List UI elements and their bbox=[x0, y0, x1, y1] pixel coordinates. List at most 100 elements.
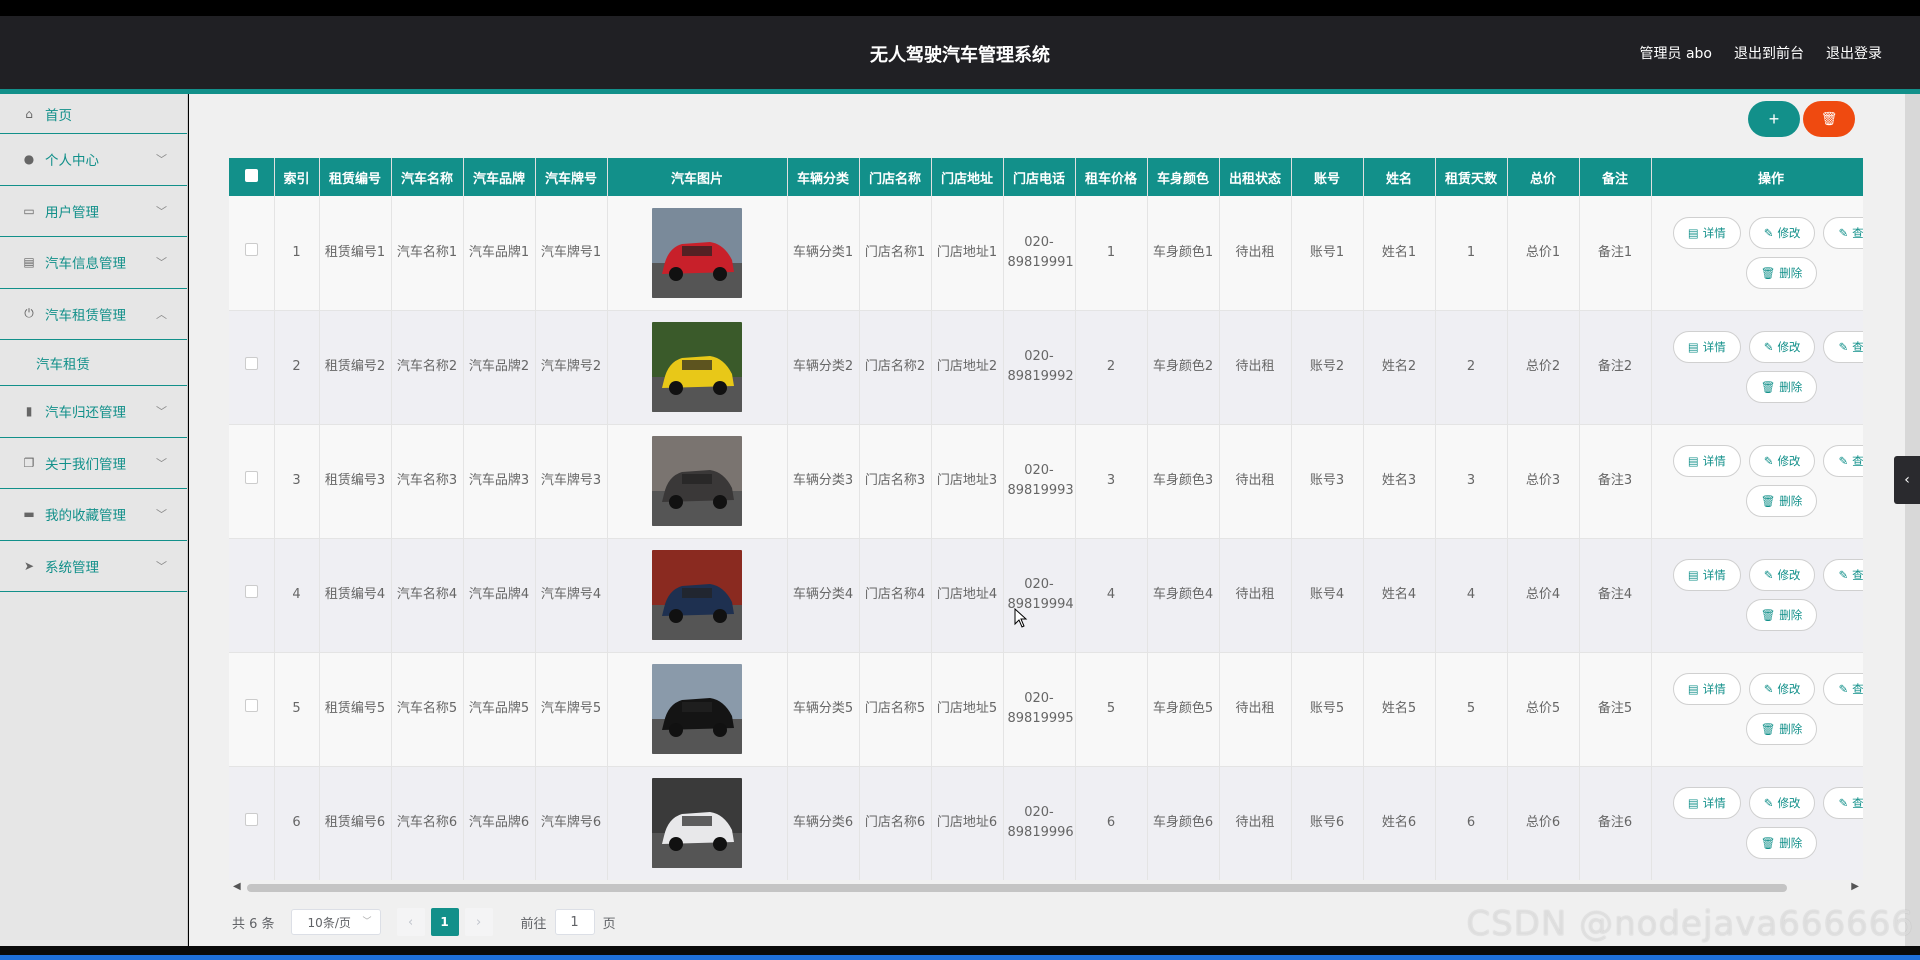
table-row[interactable]: 1 租赁编号1 汽车名称1 汽车品牌1 汽车牌号1 车辆分类1 门店名称1 门店地址1 020… bbox=[229, 196, 1863, 311]
row-checkbox[interactable] bbox=[244, 699, 258, 712]
delete-button[interactable]: 🗑 删除 bbox=[1745, 599, 1818, 631]
row-checkbox-cell[interactable] bbox=[229, 424, 275, 539]
view-button[interactable]: ✎查看 bbox=[1823, 559, 1863, 591]
edit-button[interactable]: ✎ 修改 bbox=[1748, 559, 1816, 591]
cell-phone: 020-89819992 bbox=[1003, 310, 1076, 425]
edit-button[interactable]: ✎ 修改 bbox=[1748, 673, 1816, 705]
sidebar-item-home[interactable]: ⌂ 首页 bbox=[0, 94, 187, 134]
cell-actions: ▤详情 ✎修改 ✎查看 🗑删除 bbox=[1651, 766, 1863, 880]
detail-button[interactable]: ▤ 详情 bbox=[1672, 216, 1741, 249]
car-image[interactable] bbox=[652, 664, 742, 754]
cell-address: 门店地址1 bbox=[931, 196, 1004, 311]
detail-button[interactable]: ▤ 详情 bbox=[1672, 331, 1741, 363]
page-size-select[interactable]: 10条/页 ﹀ bbox=[290, 909, 381, 935]
view-button[interactable]: ✎查看 bbox=[1823, 216, 1863, 249]
cell-store: 门店名称6 bbox=[859, 766, 932, 880]
cell-address: 门店地址4 bbox=[931, 538, 1004, 653]
chevron-down-icon: ﹀ bbox=[156, 153, 167, 166]
scroll-right-arrow-icon[interactable]: ▶ bbox=[1851, 881, 1859, 892]
sidebar-item-car-info[interactable]: ▤ 汽车信息管理 ﹀ bbox=[0, 237, 187, 289]
sidebar-item-personal[interactable]: ● 个人中心 ﹀ bbox=[0, 134, 187, 186]
row-checkbox[interactable] bbox=[244, 813, 258, 826]
cell-plate: 汽车牌号2 bbox=[535, 310, 608, 425]
next-page-button[interactable]: › bbox=[464, 908, 493, 936]
back-to-front-link[interactable]: 退出到前台 bbox=[1734, 43, 1804, 63]
cell-phone: 020-89819996 bbox=[1003, 766, 1076, 880]
cell-car-name: 汽车名称2 bbox=[391, 310, 464, 425]
view-label: 查看 bbox=[1852, 682, 1863, 696]
cell-account: 账号4 bbox=[1291, 538, 1364, 653]
row-checkbox[interactable] bbox=[244, 357, 258, 370]
cell-car-name: 汽车名称4 bbox=[391, 538, 464, 653]
delete-selected-button[interactable]: 🗑 bbox=[1803, 101, 1855, 137]
cell-days: 3 bbox=[1435, 424, 1508, 539]
page-scrollbar[interactable] bbox=[1905, 94, 1920, 946]
view-button[interactable]: ✎查看 bbox=[1823, 787, 1863, 819]
horizontal-scrollbar[interactable]: ◀ ▶ bbox=[229, 880, 1863, 896]
table-row[interactable]: 3 租赁编号3 汽车名称3 汽车品牌3 汽车牌号3 车辆分类3 门店名称3 门店地址3 020… bbox=[229, 424, 1863, 539]
delete-button[interactable]: 🗑 删除 bbox=[1745, 256, 1818, 289]
view-button[interactable]: ✎查看 bbox=[1823, 673, 1863, 705]
row-checkbox[interactable] bbox=[244, 585, 258, 598]
edit-button[interactable]: ✎ 修改 bbox=[1748, 445, 1816, 477]
sidebar-item-rental[interactable]: ⏻ 汽车租赁管理 ︿ bbox=[0, 289, 187, 340]
side-panel-toggle[interactable]: ‹ bbox=[1894, 456, 1920, 504]
user-icon: ● bbox=[23, 152, 35, 167]
cell-address: 门店地址3 bbox=[931, 424, 1004, 539]
delete-button[interactable]: 🗑 删除 bbox=[1745, 485, 1818, 517]
cell-car-image bbox=[607, 766, 788, 880]
edit-button[interactable]: ✎ 修改 bbox=[1748, 331, 1816, 363]
doc-icon: ▤ bbox=[1687, 225, 1699, 240]
chevron-down-icon: ﹀ bbox=[156, 559, 167, 573]
view-button[interactable]: ✎查看 bbox=[1823, 331, 1863, 363]
detail-button[interactable]: ▤ 详情 bbox=[1672, 559, 1741, 591]
detail-button[interactable]: ▤ 详情 bbox=[1672, 787, 1741, 819]
row-checkbox-cell[interactable] bbox=[229, 766, 275, 880]
detail-button[interactable]: ▤ 详情 bbox=[1672, 673, 1741, 705]
chevron-down-icon: ﹀ bbox=[156, 256, 167, 269]
sidebar-item-users[interactable]: ▭ 用户管理 ﹀ bbox=[0, 186, 187, 237]
cell-price: 3 bbox=[1075, 424, 1148, 539]
edit-button[interactable]: ✎ 修改 bbox=[1748, 787, 1816, 819]
add-button[interactable]: + bbox=[1748, 101, 1800, 137]
sidebar-subitem-car-rental[interactable]: 汽车租赁 bbox=[0, 340, 187, 386]
table-row[interactable]: 2 租赁编号2 汽车名称2 汽车品牌2 汽车牌号2 车辆分类2 门店名称2 门店地址2 020… bbox=[229, 310, 1863, 425]
prev-page-button[interactable]: ‹ bbox=[396, 908, 425, 936]
sidebar-item-return[interactable]: ▮ 汽车归还管理 ﹀ bbox=[0, 386, 187, 438]
sidebar-item-about[interactable]: ❐ 关于我们管理 ﹀ bbox=[0, 438, 187, 489]
select-all-checkbox-cell[interactable] bbox=[229, 158, 275, 196]
table-row[interactable]: 6 租赁编号6 汽车名称6 汽车品牌6 汽车牌号6 车辆分类6 门店名称6 门店地址6 020… bbox=[229, 766, 1863, 880]
sidebar-item-favorites[interactable]: ▬ 我的收藏管理 ﹀ bbox=[0, 489, 187, 541]
car-image[interactable] bbox=[652, 778, 742, 868]
table-row[interactable]: 4 租赁编号4 汽车名称4 汽车品牌4 汽车牌号4 车辆分类4 门店名称4 门店地址4 020… bbox=[229, 538, 1863, 653]
page-number-current[interactable]: 1 bbox=[430, 908, 459, 936]
car-image[interactable] bbox=[652, 436, 742, 526]
scrollbar-thumb[interactable] bbox=[247, 884, 1787, 892]
sidebar-item-system[interactable]: ➤ 系统管理 ﹀ bbox=[0, 541, 187, 592]
delete-button[interactable]: 🗑 删除 bbox=[1745, 713, 1818, 745]
row-checkbox[interactable] bbox=[244, 471, 258, 484]
logout-link[interactable]: 退出登录 bbox=[1826, 43, 1882, 63]
pencil-icon: ✎ bbox=[1838, 340, 1849, 354]
detail-label: 详情 bbox=[1702, 682, 1726, 696]
goto-page-input[interactable]: 1 bbox=[554, 909, 595, 935]
row-checkbox-cell[interactable] bbox=[229, 538, 275, 653]
row-checkbox-cell[interactable] bbox=[229, 310, 275, 425]
table-row[interactable]: 5 租赁编号5 汽车名称5 汽车品牌5 汽车牌号5 车辆分类5 门店名称5 门店地址5 020… bbox=[229, 652, 1863, 767]
scroll-left-arrow-icon[interactable]: ◀ bbox=[233, 881, 241, 892]
row-checkbox-cell[interactable] bbox=[229, 652, 275, 767]
cell-actions: ▤详情 ✎修改 ✎查看 🗑删除 bbox=[1651, 310, 1863, 425]
detail-label: 详情 bbox=[1702, 340, 1726, 354]
delete-button[interactable]: 🗑 删除 bbox=[1745, 827, 1818, 859]
view-button[interactable]: ✎查看 bbox=[1823, 445, 1863, 477]
delete-button[interactable]: 🗑 删除 bbox=[1745, 371, 1818, 403]
row-checkbox-cell[interactable] bbox=[229, 196, 275, 311]
edit-button[interactable]: ✎ 修改 bbox=[1748, 216, 1816, 249]
car-image[interactable] bbox=[652, 322, 742, 412]
row-checkbox[interactable] bbox=[244, 242, 258, 256]
select-all-checkbox[interactable] bbox=[244, 168, 258, 182]
detail-button[interactable]: ▤ 详情 bbox=[1672, 445, 1741, 477]
cell-phone: 020-89819994 bbox=[1003, 538, 1076, 653]
car-image[interactable] bbox=[652, 207, 742, 298]
car-image[interactable] bbox=[652, 550, 742, 640]
